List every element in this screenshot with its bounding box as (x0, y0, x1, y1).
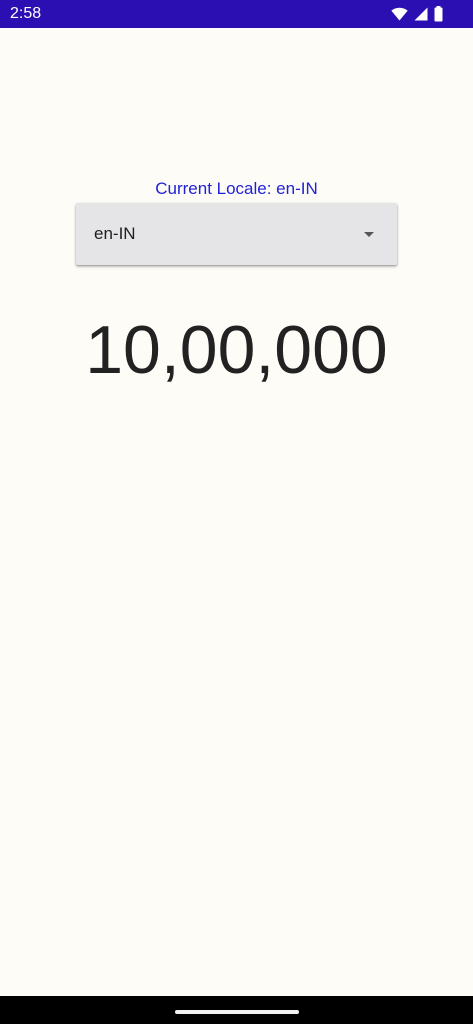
status-bar: 2:58 (0, 0, 473, 28)
dropdown-arrow-icon (364, 232, 374, 237)
formatted-number-display: 10,00,000 (85, 312, 388, 388)
current-locale-label: Current Locale: en-IN (155, 179, 318, 198)
cellular-signal-icon (414, 7, 428, 21)
locale-spinner[interactable]: en-IN (76, 203, 397, 265)
home-gesture-handle[interactable] (175, 1010, 299, 1014)
status-icons (391, 6, 443, 22)
battery-icon (434, 6, 443, 22)
locale-spinner-value: en-IN (94, 224, 136, 243)
navigation-bar (0, 996, 473, 1024)
status-time: 2:58 (10, 5, 42, 22)
wifi-icon (391, 7, 408, 21)
